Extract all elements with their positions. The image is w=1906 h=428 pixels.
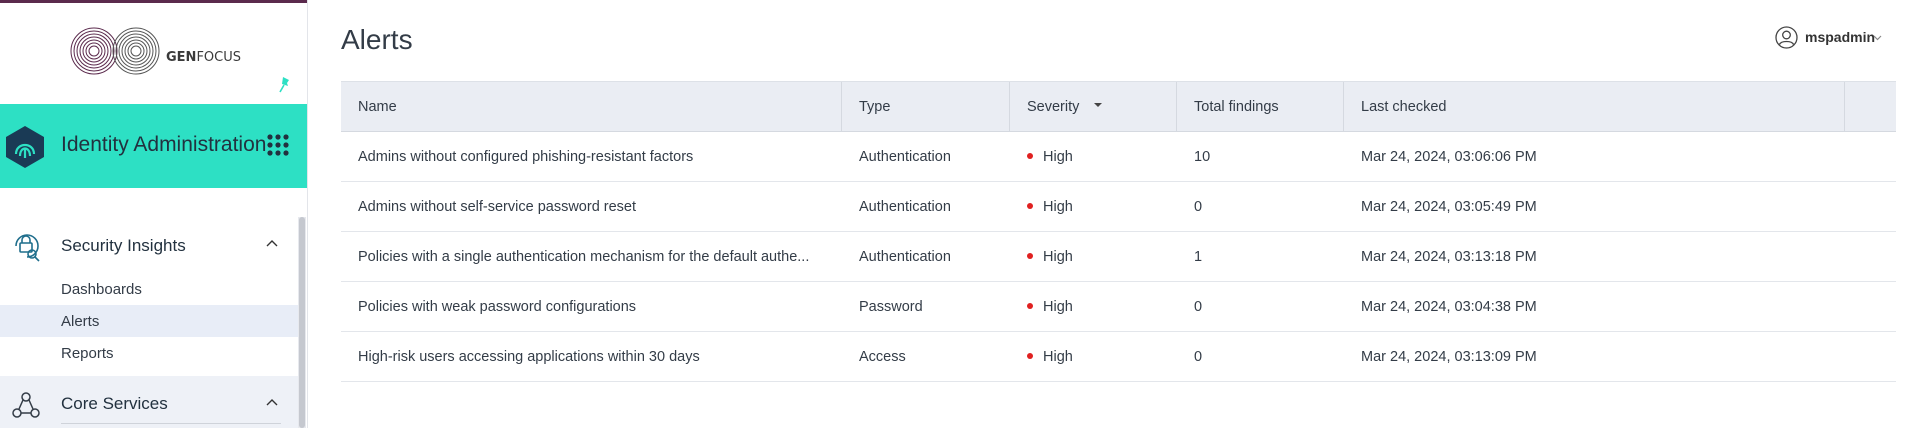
- cell-last-checked: Mar 24, 2024, 03:13:18 PM: [1361, 249, 1537, 265]
- cell-name[interactable]: Admins without self-service password res…: [341, 182, 842, 232]
- cell-last-checked: Mar 24, 2024, 03:04:38 PM: [1361, 299, 1537, 315]
- cell-severity: High: [1010, 282, 1177, 332]
- table-header: Name Type Severity Total findings Last c…: [341, 81, 1896, 132]
- app-switcher-button[interactable]: [264, 131, 292, 159]
- cell-type: Authentication: [859, 199, 951, 215]
- sidebar-section-core-services[interactable]: Core Services: [0, 376, 298, 428]
- sidebar: GENFOCUS Identity Administration Securit…: [0, 0, 308, 428]
- cell-type: Authentication: [859, 249, 951, 265]
- chevron-down-icon: [1873, 35, 1882, 41]
- table-row[interactable]: Admins without configured phishing-resis…: [341, 132, 1896, 182]
- scrollbar-thumb[interactable]: [299, 217, 305, 428]
- sidebar-item-reports[interactable]: Reports: [0, 337, 298, 369]
- sidebar-item-dashboards[interactable]: Dashboards: [0, 273, 298, 305]
- app-shield-icon: [6, 126, 44, 168]
- cell-severity: High: [1010, 232, 1177, 282]
- user-avatar-icon: [1775, 26, 1798, 49]
- chevron-up-icon[interactable]: [266, 398, 278, 406]
- column-header-type[interactable]: Type: [842, 82, 1010, 132]
- page-title: Alerts: [341, 24, 413, 55]
- divider: [61, 423, 281, 424]
- table-row[interactable]: Policies with weak password configuratio…: [341, 282, 1896, 332]
- severity-dot-icon: [1027, 153, 1033, 159]
- cell-last-checked: Mar 24, 2024, 03:05:49 PM: [1361, 199, 1537, 215]
- alerts-table: Name Type Severity Total findings Last c…: [341, 81, 1896, 382]
- cell-name[interactable]: Admins without configured phishing-resis…: [341, 132, 842, 182]
- chevron-up-icon[interactable]: [266, 239, 278, 247]
- cell-total-findings: 1: [1194, 249, 1203, 265]
- table-row[interactable]: Policies with a single authentication me…: [341, 232, 1896, 282]
- sidebar-section-security-insights[interactable]: Security Insights: [0, 217, 298, 273]
- severity-dot-icon: [1027, 203, 1033, 209]
- cell-severity: High: [1010, 332, 1177, 382]
- cell-last-checked: Mar 24, 2024, 03:13:09 PM: [1361, 349, 1537, 365]
- sidebar-scrollbar[interactable]: [298, 217, 306, 428]
- app-title: Identity Administration: [61, 133, 267, 156]
- cell-total-findings: 0: [1194, 199, 1203, 215]
- column-header-severity[interactable]: Severity: [1010, 82, 1177, 132]
- user-name: mspadmin: [1805, 29, 1876, 45]
- cell-total-findings: 0: [1194, 349, 1203, 365]
- brand-name: GENFOCUS: [166, 50, 241, 65]
- severity-dot-icon: [1027, 353, 1033, 359]
- security-insights-icon: [15, 234, 40, 262]
- cell-severity: High: [1010, 132, 1177, 182]
- sidebar-item-alerts[interactable]: Alerts: [0, 305, 298, 337]
- cell-type: Access: [859, 349, 906, 365]
- cell-type: Password: [859, 299, 923, 315]
- cell-name[interactable]: High-risk users accessing applications w…: [341, 332, 842, 382]
- severity-dot-icon: [1027, 253, 1033, 259]
- column-header-name[interactable]: Name: [341, 82, 842, 132]
- brand-logo[interactable]: GENFOCUS: [0, 3, 307, 104]
- cell-last-checked: Mar 24, 2024, 03:06:06 PM: [1361, 149, 1537, 165]
- pin-icon[interactable]: [278, 76, 292, 94]
- infinity-logo-icon: [70, 27, 160, 75]
- sort-descending-icon: [1094, 103, 1103, 107]
- cell-name[interactable]: Policies with weak password configuratio…: [341, 282, 842, 332]
- table-row[interactable]: High-risk users accessing applications w…: [341, 332, 1896, 382]
- cell-name[interactable]: Policies with a single authentication me…: [341, 232, 842, 282]
- cell-total-findings: 0: [1194, 299, 1203, 315]
- sidebar-section-label: Security Insights: [61, 236, 186, 255]
- column-header-actions: [1845, 82, 1896, 132]
- main-content: Alerts mspadmin Name Type Severity Total…: [309, 0, 1906, 428]
- table-row[interactable]: Admins without self-service password res…: [341, 182, 1896, 232]
- core-services-icon: [12, 392, 40, 418]
- severity-dot-icon: [1027, 303, 1033, 309]
- column-header-total-findings[interactable]: Total findings: [1177, 82, 1344, 132]
- column-header-last-checked[interactable]: Last checked: [1344, 82, 1845, 132]
- cell-severity: High: [1010, 182, 1177, 232]
- cell-total-findings: 10: [1194, 149, 1211, 165]
- sidebar-nav: Security Insights Dashboards Alerts Repo…: [0, 217, 298, 428]
- app-header: Identity Administration: [0, 104, 307, 188]
- cell-type: Authentication: [859, 149, 951, 165]
- sidebar-section-label: Core Services: [61, 394, 168, 413]
- grid-icon: [267, 134, 289, 156]
